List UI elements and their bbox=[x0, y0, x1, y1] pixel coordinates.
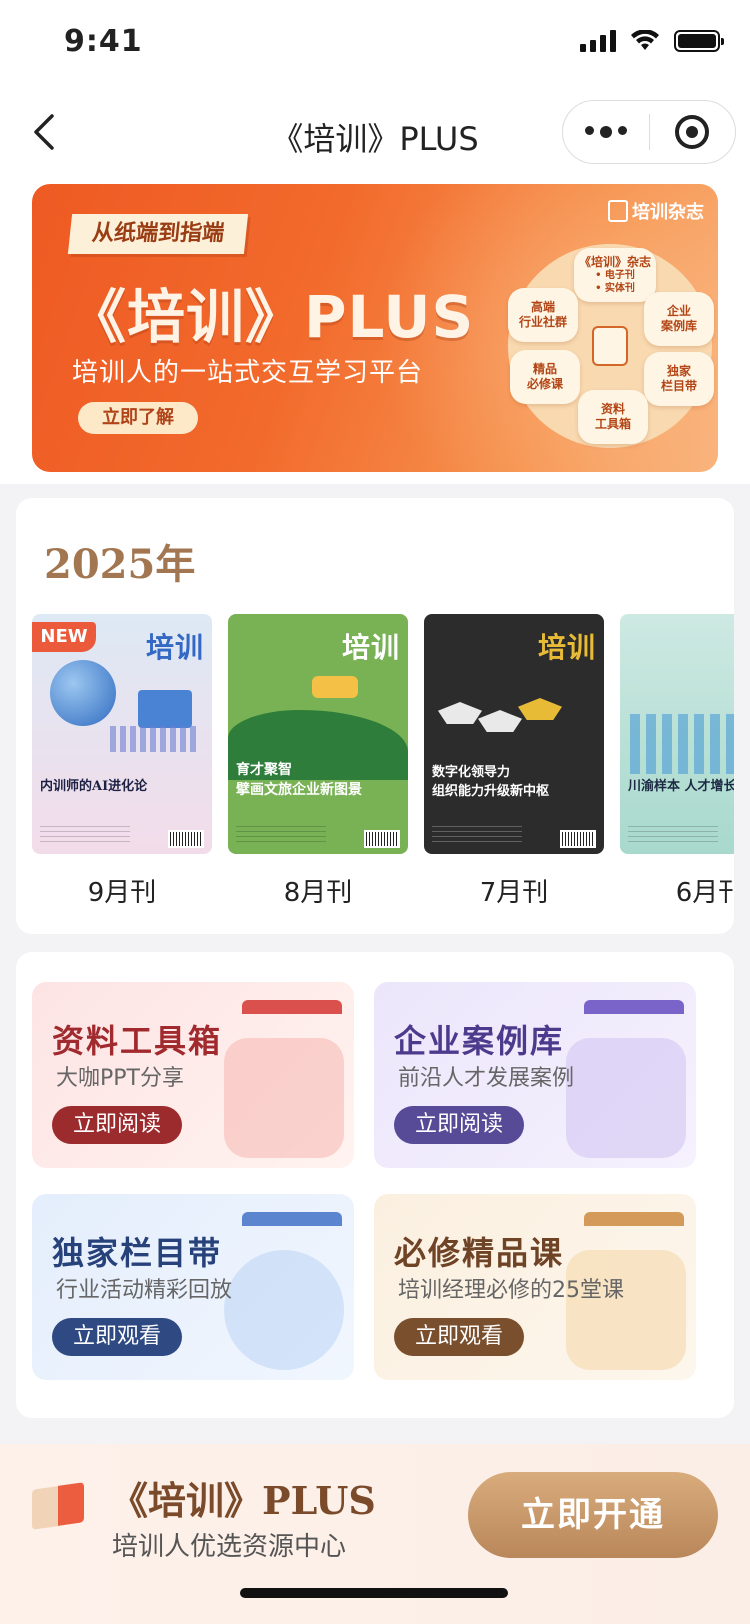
issue-cover[interactable]: 培 川渝样本 人才增长新 bbox=[620, 614, 734, 854]
subscribe-button[interactable]: 立即开通 bbox=[468, 1472, 718, 1558]
cover-illustration bbox=[630, 714, 734, 774]
wheel-segment-courses: 精品 必修课 bbox=[510, 350, 580, 404]
cover-masthead: 培训 bbox=[341, 631, 400, 664]
issue-label: 9月刊 bbox=[87, 878, 157, 908]
cellular-signal-icon bbox=[580, 30, 616, 52]
issue-label: 6月刊 bbox=[675, 878, 734, 908]
barcode-icon bbox=[560, 830, 596, 848]
magazine-logo-icon bbox=[608, 200, 628, 222]
cover-masthead: 培训 bbox=[537, 631, 596, 664]
miniprogram-capsule bbox=[562, 100, 736, 164]
cover-illustration bbox=[438, 692, 590, 762]
building-icon bbox=[566, 1038, 686, 1158]
navigation-bar: 《培训》PLUS bbox=[0, 88, 750, 184]
footer-subtitle: 培训人优选资源中心 bbox=[112, 1532, 347, 1562]
feature-desc: 行业活动精彩回放 bbox=[56, 1278, 233, 1303]
cover-masthead: 培训 bbox=[145, 631, 204, 664]
issue-cover[interactable]: NEW 培训 内训师的AI进化论 bbox=[32, 614, 212, 854]
footer-title: 《培训》PLUS bbox=[110, 1478, 376, 1523]
wheel-segment-community: 高端 行业社群 bbox=[508, 288, 578, 342]
feature-title: 资料工具箱 bbox=[52, 1022, 223, 1060]
close-miniprogram-button[interactable] bbox=[650, 115, 736, 149]
wifi-icon bbox=[631, 30, 659, 50]
feature-title: 企业案例库 bbox=[394, 1022, 565, 1060]
target-icon bbox=[675, 115, 710, 149]
issues-carousel[interactable]: NEW 培训 内训师的AI进化论 9月刊 培训 育才聚智 擘画文旅企业新图景 8… bbox=[32, 614, 734, 909]
promo-banner[interactable]: 从纸端到指端 《培训》PLUS 培训人的一站式交互学习平台 立即了解 培训杂志 … bbox=[32, 184, 718, 472]
wheel-segment-cases: 企业 案例库 bbox=[644, 292, 714, 346]
battery-icon bbox=[674, 30, 724, 52]
cover-headline: 育才聚智 擘画文旅企业新图景 bbox=[236, 762, 362, 799]
issue-label: 8月刊 bbox=[283, 878, 353, 908]
banner-tag: 从纸端到指端 bbox=[67, 214, 249, 254]
wheel-segment-columns: 独家 栏目带 bbox=[644, 352, 714, 406]
new-badge: NEW bbox=[32, 622, 96, 652]
read-now-button[interactable]: 立即阅读 bbox=[52, 1106, 182, 1144]
cover-headline: 内训师的AI进化论 bbox=[40, 779, 148, 794]
feature-title: 必修精品课 bbox=[394, 1234, 565, 1272]
barcode-icon bbox=[168, 830, 204, 848]
home-indicator bbox=[240, 1588, 508, 1598]
subscribe-bar: 《培训》PLUS 培训人优选资源中心 立即开通 bbox=[0, 1444, 750, 1624]
status-time: 9:41 bbox=[64, 24, 143, 59]
read-now-button[interactable]: 立即阅读 bbox=[394, 1106, 524, 1144]
feature-desc: 前沿人才发展案例 bbox=[398, 1066, 575, 1091]
features-section: 资料工具箱 大咖PPT分享 立即阅读 企业案例库 前沿人才发展案例 立即阅读 独… bbox=[16, 952, 734, 1418]
features-wheel: 《培训》杂志 • 电子刊 • 实体刊 企业 案例库 独家 栏目带 资料 工具箱 … bbox=[508, 244, 714, 448]
issue-cover[interactable]: 培训 数字化领导力 组织能力升级新中枢 bbox=[424, 614, 604, 854]
wheel-segment-magazine: 《培训》杂志 • 电子刊 • 实体刊 bbox=[574, 248, 656, 302]
cover-headline: 数字化领导力 组织能力升级新中枢 bbox=[432, 765, 550, 799]
feature-card-toolbox[interactable]: 资料工具箱 大咖PPT分享 立即阅读 bbox=[32, 982, 354, 1168]
cover-illustration bbox=[46, 660, 196, 760]
watch-now-button[interactable]: 立即观看 bbox=[394, 1318, 524, 1356]
feature-title: 独家栏目带 bbox=[52, 1234, 223, 1272]
planet-icon bbox=[224, 1250, 344, 1370]
issue-cover[interactable]: 培训 育才聚智 擘画文旅企业新图景 bbox=[228, 614, 408, 854]
book-icon bbox=[592, 326, 628, 366]
more-menu-button[interactable] bbox=[563, 126, 649, 138]
watch-now-button[interactable]: 立即观看 bbox=[52, 1318, 182, 1356]
cover-headline: 川渝样本 人才增长新 bbox=[628, 779, 734, 794]
issue-card[interactable]: 培训 育才聚智 擘画文旅企业新图景 8月刊 bbox=[228, 614, 408, 909]
learn-more-button[interactable]: 立即了解 bbox=[78, 402, 198, 434]
year-heading: 2025年 bbox=[44, 541, 196, 588]
feature-card-cases[interactable]: 企业案例库 前沿人才发展案例 立即阅读 bbox=[374, 982, 696, 1168]
magazine-logo: 培训杂志 bbox=[608, 198, 704, 224]
issue-card[interactable]: NEW 培训 内训师的AI进化论 9月刊 bbox=[32, 614, 212, 909]
play-icon bbox=[566, 1250, 686, 1370]
status-bar: 9:41 bbox=[0, 0, 750, 88]
feature-desc: 培训经理必修的25堂课 bbox=[398, 1278, 624, 1303]
issue-label: 7月刊 bbox=[479, 878, 549, 908]
wheel-segment-toolbox: 资料 工具箱 bbox=[578, 390, 648, 444]
open-book-icon bbox=[32, 1482, 86, 1530]
issue-card[interactable]: 培训 数字化领导力 组织能力升级新中枢 7月刊 bbox=[424, 614, 604, 909]
barcode-icon bbox=[364, 830, 400, 848]
banner-subtitle: 培训人的一站式交互学习平台 bbox=[72, 358, 424, 388]
folder-icon bbox=[224, 1038, 344, 1158]
banner-title: 《培训》PLUS bbox=[68, 283, 475, 351]
issue-card[interactable]: 培 川渝样本 人才增长新 6月刊 bbox=[620, 614, 734, 909]
issues-section: 2025年 NEW 培训 内训师的AI进化论 9月刊 培训 育才聚智 擘画文旅企… bbox=[16, 498, 734, 934]
feature-desc: 大咖PPT分享 bbox=[56, 1066, 184, 1091]
feature-card-columns[interactable]: 独家栏目带 行业活动精彩回放 立即观看 bbox=[32, 1194, 354, 1380]
feature-card-courses[interactable]: 必修精品课 培训经理必修的25堂课 立即观看 bbox=[374, 1194, 696, 1380]
